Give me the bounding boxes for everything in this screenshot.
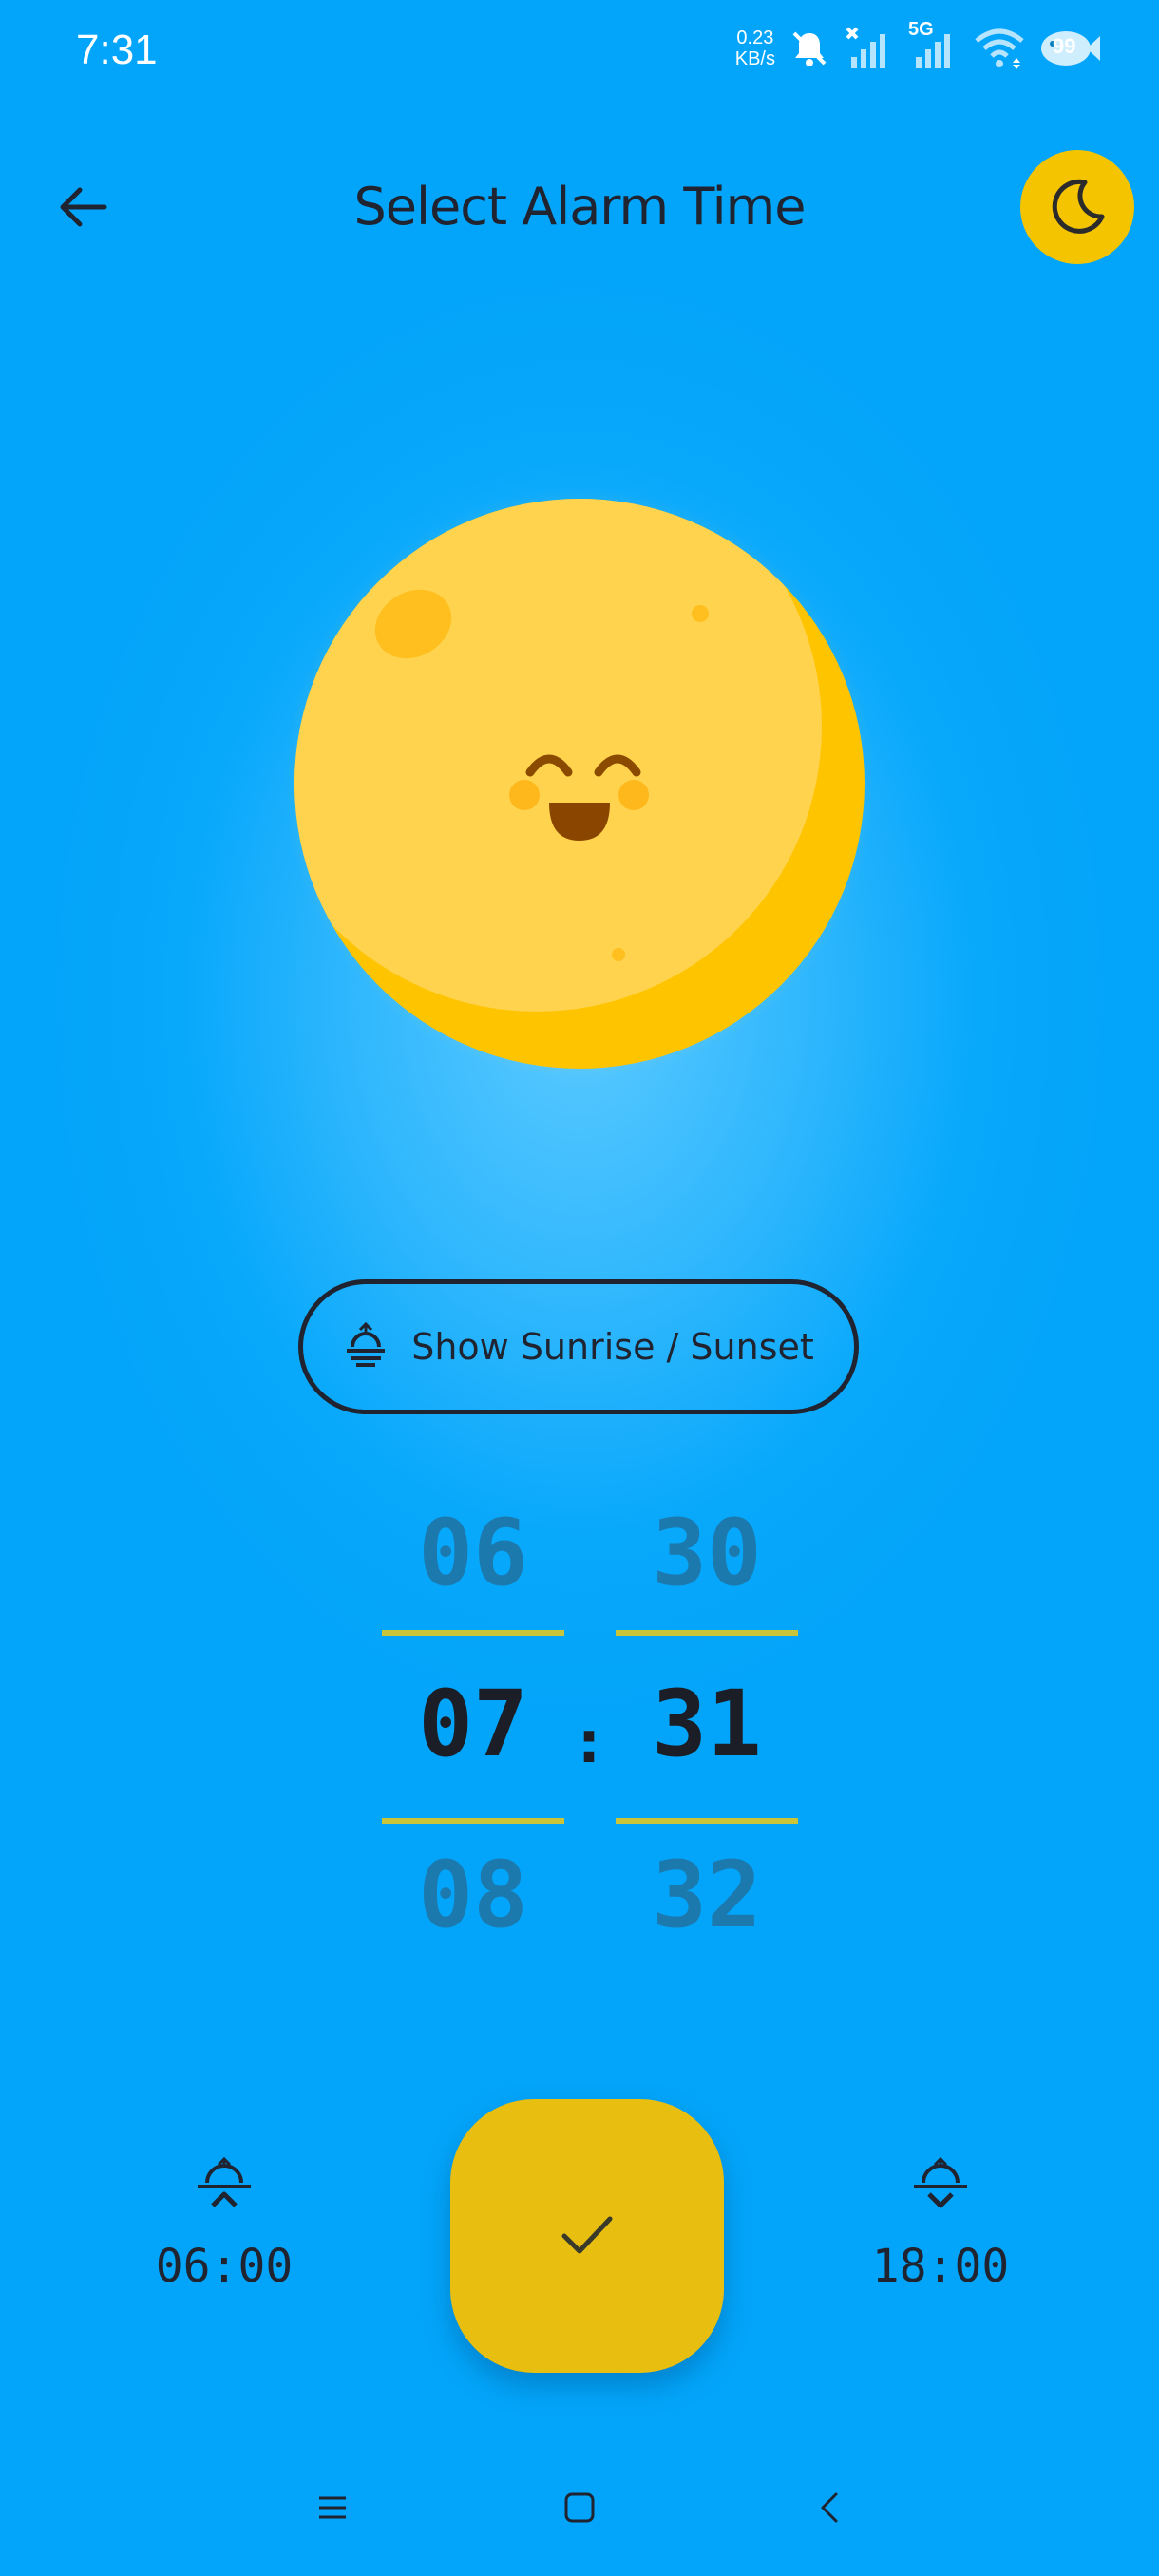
show-sunrise-sunset-button[interactable]: Show Sunrise / Sunset — [298, 1279, 859, 1414]
network-speed: 0.23 KB/s — [735, 28, 775, 69]
minute-picker[interactable]: 30 31 32 — [616, 1501, 798, 1947]
sunset-icon — [836, 2156, 1045, 2223]
sunrise-toggle-label: Show Sunrise / Sunset — [411, 1326, 814, 1368]
network-speed-unit: KB/s — [734, 48, 775, 69]
sun-illustration — [285, 489, 874, 1078]
hour-picker[interactable]: 06 07 08 — [382, 1501, 564, 1947]
menu-icon — [314, 2489, 352, 2530]
time-separator: : — [578, 1710, 600, 1776]
sunrise-time-button[interactable]: 06:00 — [120, 2156, 329, 2293]
bell-muted-icon — [788, 28, 830, 69]
hour-selection-line-bottom — [382, 1818, 564, 1824]
header: Select Alarm Time — [0, 142, 1159, 275]
status-bar: 7:31 0.23 KB/s 5G 99 — [0, 0, 1159, 104]
night-mode-button[interactable] — [1020, 150, 1134, 264]
battery-icon: 99 — [1039, 25, 1102, 72]
confirm-button[interactable] — [450, 2099, 724, 2373]
back-chevron-icon — [811, 2489, 849, 2530]
minute-selection-line-bottom — [616, 1818, 798, 1824]
wifi-icon — [973, 26, 1026, 71]
page-title: Select Alarm Time — [353, 177, 807, 237]
battery-level: 99 — [1053, 34, 1076, 58]
sunrise-time: 06:00 — [155, 2240, 294, 2293]
recent-apps-button[interactable] — [294, 2472, 370, 2548]
home-button[interactable] — [542, 2472, 618, 2548]
hour-selection-line-top — [382, 1630, 564, 1636]
minute-next[interactable]: 32 — [616, 1843, 798, 1947]
system-back-button[interactable] — [792, 2472, 868, 2548]
status-icons: 0.23 KB/s 5G 99 — [735, 19, 1102, 72]
home-icon — [560, 2489, 598, 2530]
sunrise-icon — [343, 1321, 389, 1372]
minute-selected[interactable]: 31 — [616, 1672, 798, 1776]
hour-selected[interactable]: 07 — [382, 1672, 564, 1776]
check-icon — [557, 2204, 618, 2268]
minute-prev[interactable]: 30 — [616, 1501, 798, 1605]
signal-5g-icon: 5G — [908, 19, 960, 72]
sunset-time: 18:00 — [871, 2240, 1010, 2293]
status-time: 7:31 — [76, 27, 158, 73]
sunrise-icon — [120, 2156, 329, 2223]
minute-selection-line-top — [616, 1630, 798, 1636]
network-speed-value: 0.23 — [736, 28, 774, 48]
sunset-time-button[interactable]: 18:00 — [836, 2156, 1045, 2293]
hour-prev[interactable]: 06 — [382, 1501, 564, 1605]
system-nav-bar — [0, 2434, 1159, 2576]
moon-icon — [1047, 175, 1108, 239]
signal-no-sim-icon — [844, 25, 895, 72]
network-type-label: 5G — [908, 19, 934, 40]
hour-next[interactable]: 08 — [382, 1843, 564, 1947]
